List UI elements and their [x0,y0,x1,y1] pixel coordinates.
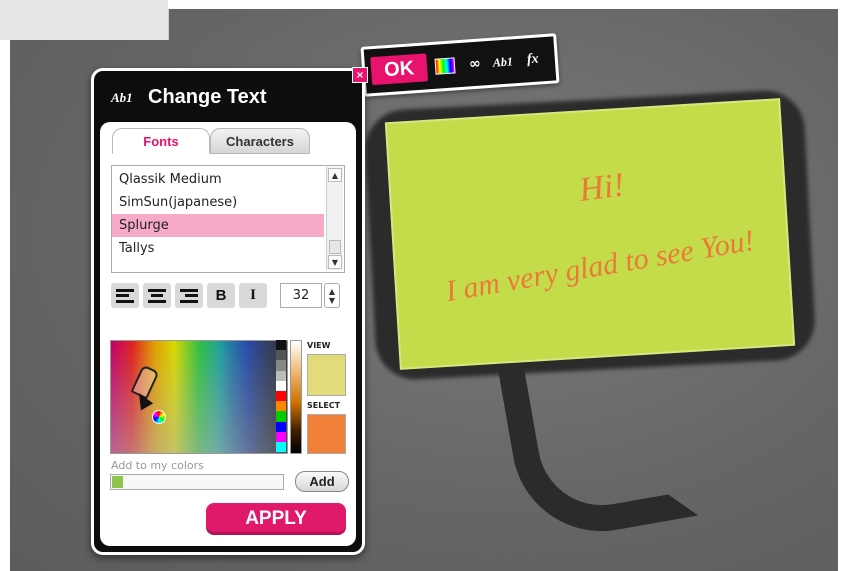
add-color-button[interactable]: Add [295,471,349,492]
color-swatch[interactable] [276,360,286,371]
tab-fonts[interactable]: Fonts [112,128,210,154]
swatch-column[interactable] [276,340,286,453]
bubble-body[interactable]: Hi! I am very glad to see You! [384,98,796,370]
color-swatch[interactable] [276,401,286,412]
color-swatch[interactable] [276,421,286,432]
speech-bubble[interactable]: Hi! I am very glad to see You! [360,70,830,546]
color-swatch[interactable] [276,441,286,453]
align-center-button[interactable] [143,283,171,308]
font-size-input[interactable]: 32 [280,283,322,308]
text-style-icon: Ab1 [111,90,133,105]
font-item-simsun[interactable]: SimSun(japanese) [112,191,324,214]
bubble-text-line1[interactable]: Hi! [577,166,627,210]
color-swatch[interactable] [276,350,286,361]
chevron-down-icon[interactable]: ▼ [329,296,335,305]
top-strip [168,0,841,9]
color-swatch[interactable] [276,370,286,381]
apply-button[interactable]: APPLY [206,503,346,535]
color-swatch[interactable] [276,380,286,391]
dialog-body: Fonts Characters Qlassik Medium SimSun(j… [100,122,356,546]
select-label: SELECT [307,401,341,410]
close-icon[interactable]: × [352,67,368,83]
my-colors-label: Add to my colors [111,459,204,472]
color-swatch[interactable] [276,340,286,351]
color-gradient-icon[interactable] [430,51,460,81]
align-center-icon [148,288,166,303]
scroll-up-icon[interactable]: ▲ [328,168,342,182]
change-text-dialog: × Ab1 Change Text Fonts Characters Qlass… [91,67,368,555]
dialog-title: Change Text [148,86,267,108]
color-swatch[interactable] [276,411,286,422]
view-color-preview [307,354,346,396]
color-swatch[interactable] [276,431,286,442]
chevron-up-icon[interactable]: ▲ [329,287,335,296]
bold-button[interactable]: B [207,283,235,308]
text-style-icon[interactable]: Ab1 [488,47,518,77]
font-list[interactable]: Qlassik Medium SimSun(japanese) Splurge … [111,165,345,273]
scroll-thumb[interactable] [329,240,341,254]
font-item-qlassik[interactable]: Qlassik Medium [112,168,324,191]
tab-characters[interactable]: Characters [210,128,310,154]
selected-color-preview[interactable] [307,414,346,454]
align-right-button[interactable] [175,283,203,308]
color-swatch[interactable] [276,390,286,402]
align-left-icon [116,288,134,303]
italic-button[interactable]: I [239,283,267,308]
align-right-icon [180,288,198,303]
scroll-down-icon[interactable]: ▼ [328,255,342,269]
link-icon[interactable]: ∞ [460,49,490,79]
font-item-tallys[interactable]: Tallys [112,237,324,260]
color-wheel-icon [152,410,166,424]
font-item-splurge[interactable]: Splurge [112,214,324,237]
view-label: VIEW [307,341,331,350]
align-left-button[interactable] [111,283,139,308]
luminance-slider[interactable] [290,340,302,454]
ok-button[interactable]: OK [370,53,429,86]
effects-icon[interactable]: fx [518,45,548,75]
top-left-panel [0,0,169,40]
font-size-stepper[interactable]: ▲ ▼ [324,283,340,308]
font-list-scrollbar[interactable]: ▲ ▼ [326,167,343,270]
my-colors-bar[interactable] [110,474,284,490]
my-color-swatch[interactable] [112,476,123,488]
tab-bar: Fonts Characters [112,128,312,154]
bubble-text-line2[interactable]: I am very glad to see You! [443,224,757,309]
